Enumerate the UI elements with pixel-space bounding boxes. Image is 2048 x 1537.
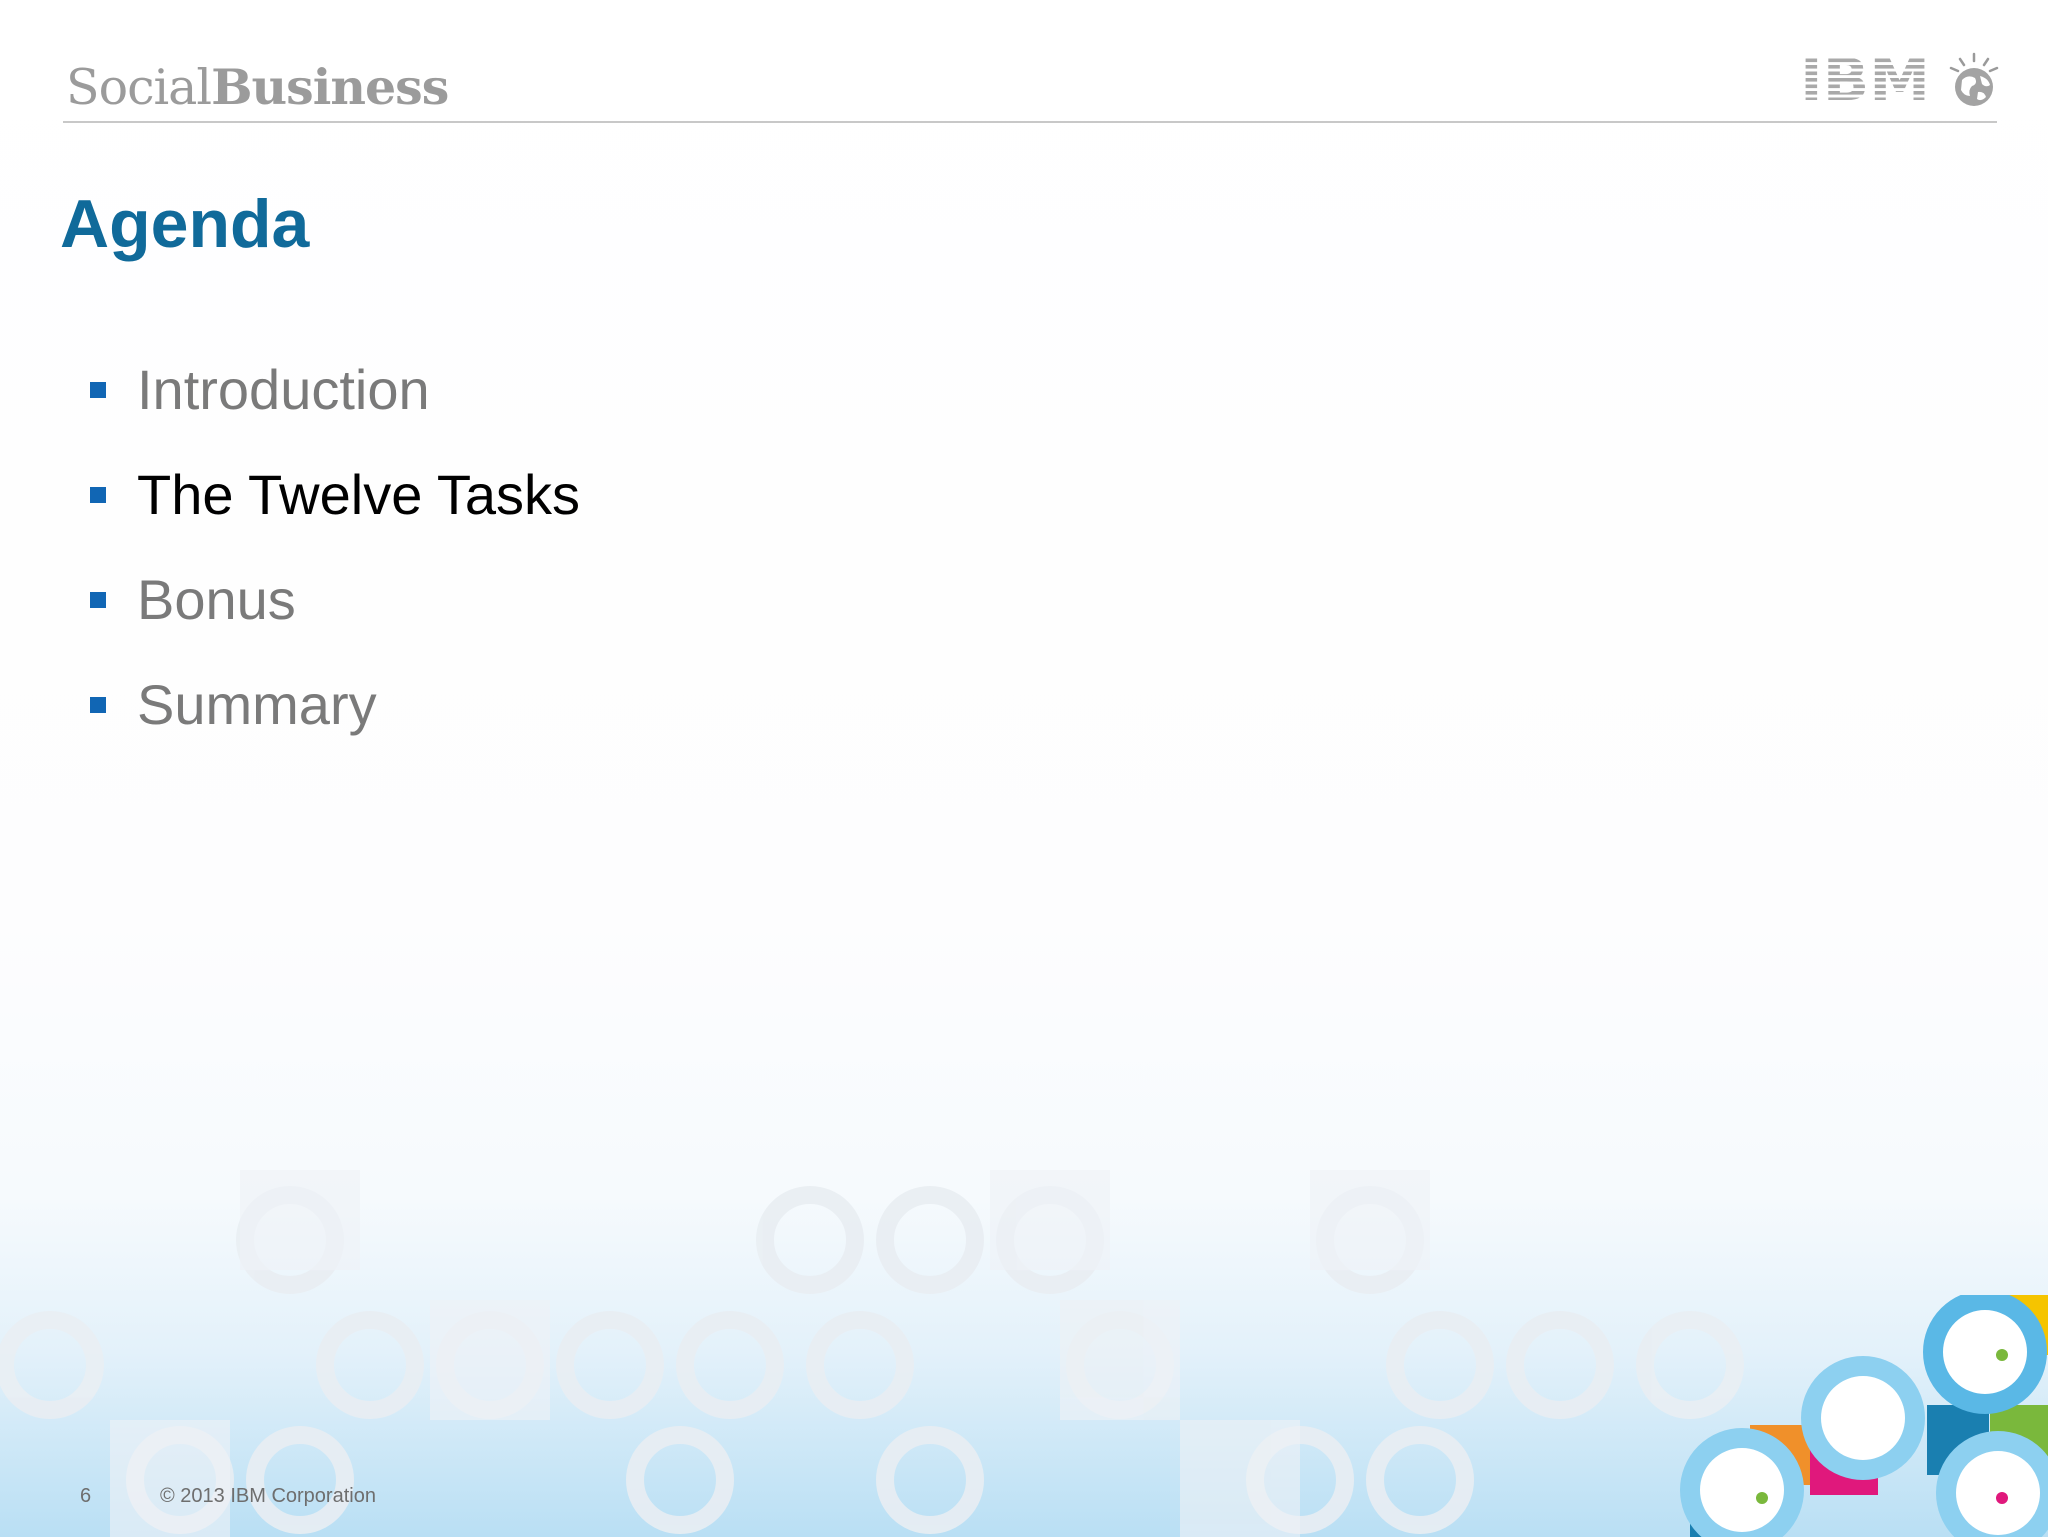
brand-bold-text: Business [211,58,449,116]
header-divider [63,121,1997,123]
page-number: 6 [80,1485,92,1507]
ibm-logo: IBM [1800,52,1934,104]
page-title: Agenda [60,186,310,262]
copyright-notice: © 2013 IBM Corporation [160,1485,376,1507]
agenda-item-label: Summary [137,673,377,736]
ibm-smarter-planet-globe-icon [1949,52,1999,106]
agenda-item-label: The Twelve Tasks [137,463,581,526]
brand-light-text: Social [66,59,212,116]
bullet-square-icon [90,487,106,503]
social-business-logo: SocialBusiness [66,58,449,116]
agenda-item-label: Introduction [137,358,430,421]
colorful-corner-decoration [1680,1295,2048,1537]
bullet-square-icon [90,697,106,713]
bullet-square-icon [90,592,106,608]
agenda-item-label: Bonus [137,568,296,631]
slide: SocialBusiness IBM Agenda [0,0,2048,1537]
bullet-square-icon [90,382,106,398]
